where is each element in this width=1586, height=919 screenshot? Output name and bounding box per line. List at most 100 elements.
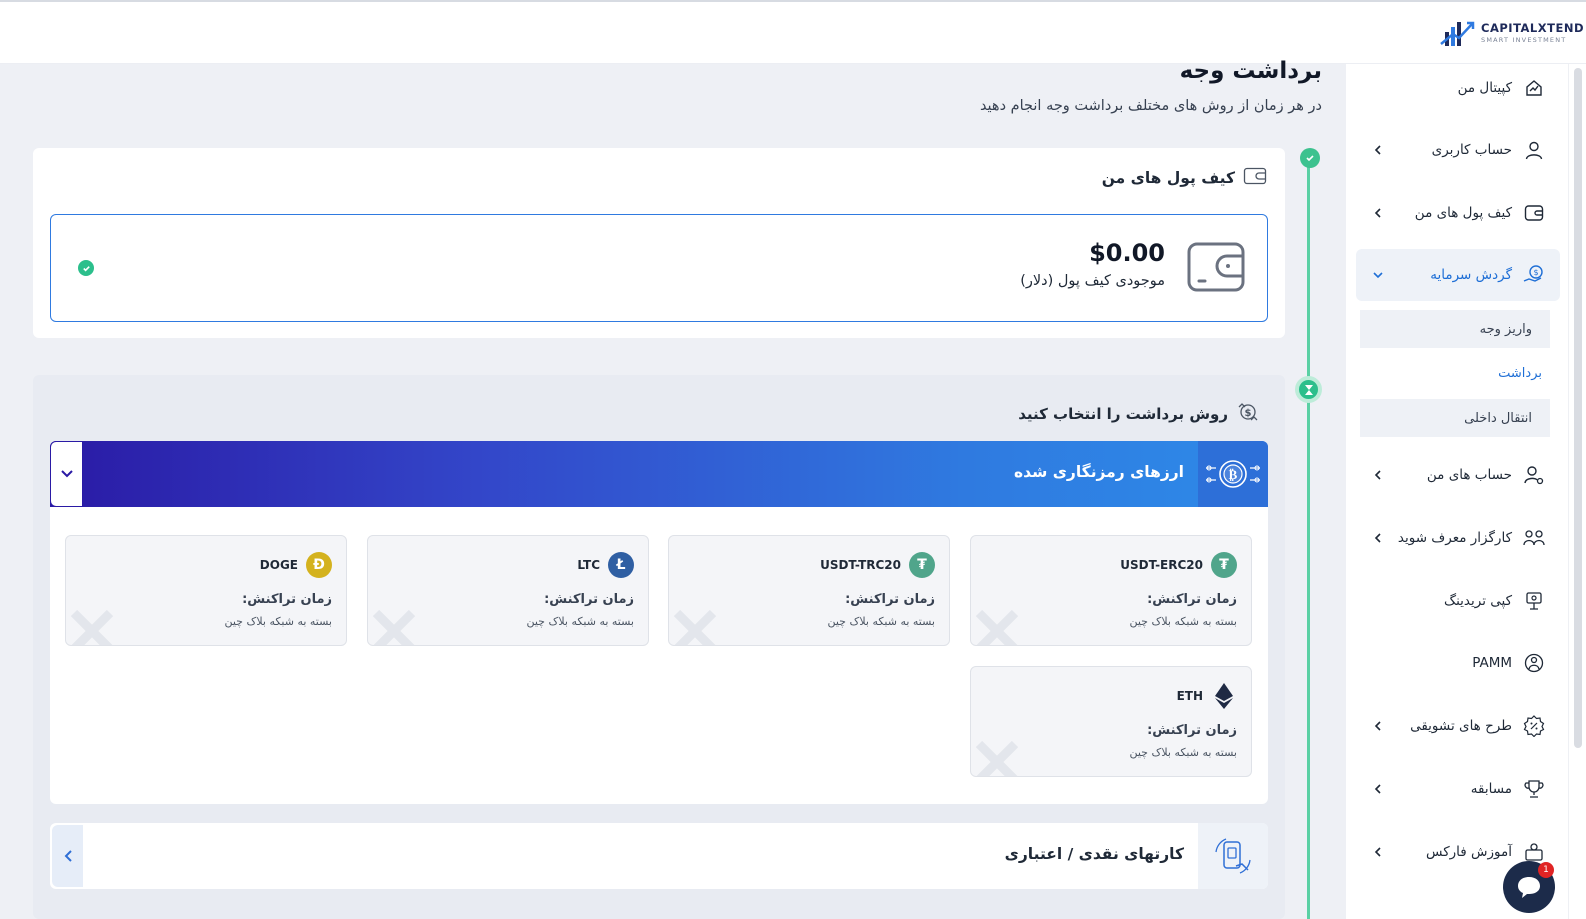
balance-label: موجودی کیف پول (دلار) xyxy=(1020,273,1165,289)
card-payment-icon xyxy=(1198,823,1268,889)
coin-network-note: بسته به شبکه بلاک چین xyxy=(1129,746,1237,759)
coin-card-doge[interactable]: Ð DOGE زمان تراکنش: بسته به شبکه بلاک چی… xyxy=(65,535,347,646)
page-subtitle: در هر زمان از روش های مختلف برداشت وجه ا… xyxy=(979,98,1322,114)
coin-network-note: بسته به شبکه بلاک چین xyxy=(1129,615,1237,628)
sidebar-item-capital-flow[interactable]: $ گردش سرمایه xyxy=(1356,249,1560,301)
wallet-icon xyxy=(1522,201,1546,225)
cards-title: کارتهای نقدی / اعتباری xyxy=(1004,845,1184,863)
sidebar-item-contest[interactable]: مسابقه xyxy=(1356,763,1560,815)
card-methods-accordion-header[interactable]: کارتهای نقدی / اعتباری xyxy=(50,823,1268,889)
selected-check-icon xyxy=(78,260,94,276)
logo-mark-icon xyxy=(1439,18,1475,48)
x-watermark-icon xyxy=(370,609,418,645)
sidebar-item-label: PAMM xyxy=(1472,655,1512,671)
trophy-icon xyxy=(1522,777,1546,801)
submenu-label: واریز وجه xyxy=(1479,321,1532,337)
crypto-title: ارزهای رمزنگاری شده xyxy=(1013,463,1184,481)
step-pending-hourglass-icon xyxy=(1295,376,1322,403)
coin-network-note: بسته به شبکه بلاک چین xyxy=(827,615,935,628)
page-title: برداشت وجه xyxy=(1179,58,1322,84)
top-bar: CAPITALXTEND SMART INVESTMENT xyxy=(0,0,1586,64)
coin-time-label: زمان تراکنش: xyxy=(1147,592,1237,607)
sidebar-item-my-accounts[interactable]: حساب های من xyxy=(1356,449,1560,501)
brand-tagline: SMART INVESTMENT xyxy=(1481,36,1567,44)
coin-symbol: DOGE xyxy=(259,558,298,572)
sidebar-item-introducing-broker[interactable]: کارگزار معرف شوید xyxy=(1356,512,1560,564)
coin-card-usdt-erc20[interactable]: ₮ USDT-ERC20 زمان تراکنش: بسته به شبکه ب… xyxy=(970,535,1252,646)
sidebar-scroll-thumb[interactable] xyxy=(1574,68,1582,748)
methods-heading-label: روش برداشت را انتخاب کنید xyxy=(1018,405,1228,423)
sidebar-item-pamm[interactable]: PAMM xyxy=(1356,637,1560,689)
svg-text:$: $ xyxy=(1533,268,1538,277)
coin-symbol: ETH xyxy=(1176,689,1203,703)
sidebar-item-my-capital[interactable]: کپیتال من xyxy=(1356,62,1560,114)
expand-toggle-button[interactable] xyxy=(52,825,83,887)
chevron-left-icon xyxy=(1368,203,1388,223)
coin-time-label: زمان تراکنش: xyxy=(242,592,332,607)
group-icon xyxy=(1522,526,1546,550)
money-hand-icon: $ xyxy=(1522,263,1546,287)
crypto-accordion-header[interactable]: ارزهای رمزنگاری شده ₿ xyxy=(50,441,1268,507)
sidebar-item-label: کپی تریدینگ xyxy=(1443,593,1512,609)
submenu-withdraw[interactable]: برداشت xyxy=(1368,354,1560,392)
withdraw-methods-card: $ روش برداشت را انتخاب کنید ارزهای رمزنگ… xyxy=(33,375,1285,919)
x-watermark-icon xyxy=(973,609,1021,645)
user-icon xyxy=(1522,138,1546,162)
dogecoin-icon: Ð xyxy=(306,552,332,578)
step-done-check-icon xyxy=(1300,148,1320,168)
brand-logo[interactable]: CAPITALXTEND SMART INVESTMENT xyxy=(1439,18,1584,48)
sidebar-item-wallets[interactable]: کیف پول های من xyxy=(1356,187,1560,239)
chevron-left-icon xyxy=(1368,528,1388,548)
methods-heading: $ روش برداشت را انتخاب کنید xyxy=(1018,401,1260,427)
coin-symbol: USDT-TRC20 xyxy=(820,558,901,572)
svg-text:$: $ xyxy=(1245,408,1252,419)
x-watermark-icon xyxy=(68,609,116,645)
chevron-left-icon xyxy=(1368,465,1388,485)
chart-icon xyxy=(1522,76,1546,100)
wallet-large-icon xyxy=(1187,241,1245,297)
submenu-deposit[interactable]: واریز وجه xyxy=(1360,310,1550,348)
wallets-card: کیف پول های من $0.00 موجودی کیف پول (دلا… xyxy=(33,148,1285,338)
svg-text:₿: ₿ xyxy=(1229,468,1238,483)
discount-badge-icon xyxy=(1522,714,1546,738)
coin-card-eth[interactable]: ETH زمان تراکنش: بسته به شبکه بلاک چین xyxy=(970,666,1252,777)
sidebar: کپیتال من حساب کاربری کیف پول های من $ گ… xyxy=(1346,64,1568,919)
chevron-left-icon xyxy=(1368,779,1388,799)
user-settings-icon xyxy=(1522,463,1546,487)
submenu-label: برداشت xyxy=(1498,365,1542,381)
chevron-left-icon xyxy=(1368,716,1388,736)
wallets-heading: کیف پول های من xyxy=(1102,166,1267,190)
sidebar-item-account[interactable]: حساب کاربری xyxy=(1356,124,1560,176)
litecoin-icon: Ł xyxy=(608,552,634,578)
stepper-line xyxy=(1307,160,1310,919)
sidebar-item-label: حساب کاربری xyxy=(1431,142,1512,158)
usd-wallet-balance[interactable]: $0.00 موجودی کیف پول (دلار) xyxy=(50,214,1268,322)
bitcoin-network-icon: ₿ xyxy=(1198,441,1268,507)
sidebar-item-label: گردش سرمایه xyxy=(1430,267,1512,283)
chevron-left-icon xyxy=(1368,140,1388,160)
ethereum-icon xyxy=(1211,683,1237,709)
chat-unread-badge: 1 xyxy=(1538,862,1554,878)
sidebar-item-promotions[interactable]: طرح های تشویقی xyxy=(1356,700,1560,752)
coin-card-ltc[interactable]: Ł LTC زمان تراکنش: بسته به شبکه بلاک چین xyxy=(367,535,649,646)
collapse-toggle-button[interactable] xyxy=(50,441,83,507)
sidebar-item-copy-trading[interactable]: کپی تریدینگ xyxy=(1356,575,1560,627)
sidebar-item-label: آموزش فارکس xyxy=(1426,844,1512,860)
money-exchange-icon: $ xyxy=(1236,401,1260,427)
coin-network-note: بسته به شبکه بلاک چین xyxy=(224,615,332,628)
coin-symbol: USDT-ERC20 xyxy=(1120,558,1203,572)
coin-card-usdt-trc20[interactable]: ₮ USDT-TRC20 زمان تراکنش: بسته به شبکه ب… xyxy=(668,535,950,646)
brand-name: CAPITALXTEND xyxy=(1481,20,1584,35)
coin-time-label: زمان تراکنش: xyxy=(845,592,935,607)
sidebar-item-label: کپیتال من xyxy=(1457,80,1512,96)
crypto-methods-panel: ارزهای رمزنگاری شده ₿ ₮ USDT-ERC20 زمان … xyxy=(50,441,1268,804)
wallets-heading-label: کیف پول های من xyxy=(1101,169,1235,187)
sidebar-item-label: کیف پول های من xyxy=(1414,205,1512,221)
copy-trading-icon xyxy=(1522,589,1546,613)
chevron-left-icon xyxy=(1368,842,1388,862)
submenu-internal-transfer[interactable]: انتقال داخلی xyxy=(1360,399,1550,437)
sidebar-item-label: حساب های من xyxy=(1426,467,1512,483)
chat-bubble-icon xyxy=(1518,877,1540,898)
pamm-icon xyxy=(1522,651,1546,675)
sidebar-item-label: مسابقه xyxy=(1470,781,1512,797)
